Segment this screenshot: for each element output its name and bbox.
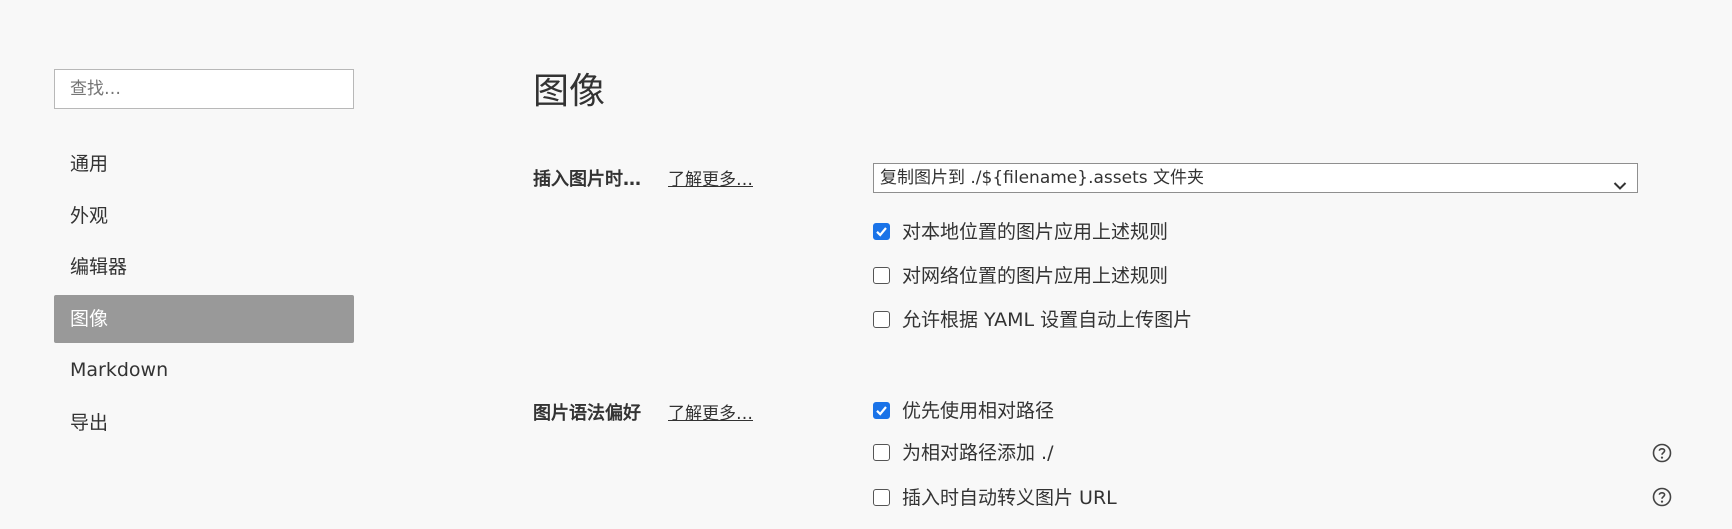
sidebar-item-appearance[interactable]: 外观 xyxy=(54,192,354,240)
checkbox-yaml-auto-upload[interactable] xyxy=(873,311,890,328)
chevron-down-icon xyxy=(1613,172,1627,200)
option-label: 为相对路径添加 ./ xyxy=(902,442,1054,464)
insert-image-action-select[interactable]: 复制图片到 ./${filename}.assets 文件夹 xyxy=(873,163,1638,193)
option-label: 对网络位置的图片应用上述规则 xyxy=(902,265,1169,287)
checkbox-prefer-relative-path[interactable] xyxy=(873,402,890,419)
checkbox-apply-local-images[interactable] xyxy=(873,223,890,240)
checkmark-icon xyxy=(876,227,887,237)
option-label: 允许根据 YAML 设置自动上传图片 xyxy=(902,309,1193,331)
page-title: 图像 xyxy=(533,71,606,112)
sidebar-item-general[interactable]: 通用 xyxy=(54,140,354,188)
insert-image-action-value: 复制图片到 ./${filename}.assets 文件夹 xyxy=(880,168,1205,188)
sidebar: 通用 外观 编辑器 图像 Markdown 导出 xyxy=(0,0,420,529)
help-circle-icon[interactable] xyxy=(1652,487,1672,507)
sidebar-item-image[interactable]: 图像 xyxy=(54,295,354,343)
checkbox-apply-network-images[interactable] xyxy=(873,267,890,284)
option-label: 对本地位置的图片应用上述规则 xyxy=(902,221,1169,243)
insert-image-section-label: 插入图片时… xyxy=(533,169,641,190)
search-input[interactable] xyxy=(54,69,354,109)
settings-panel: 图像 插入图片时… 了解更多… 复制图片到 ./${filename}.asse… xyxy=(533,0,1732,529)
image-syntax-section-label: 图片语法偏好 xyxy=(533,403,641,424)
option-label: 插入时自动转义图片 URL xyxy=(902,487,1117,509)
image-syntax-learn-more-link[interactable]: 了解更多… xyxy=(668,399,753,424)
insert-image-learn-more-link[interactable]: 了解更多… xyxy=(668,165,753,190)
sidebar-item-editor[interactable]: 编辑器 xyxy=(54,243,354,291)
option-label: 优先使用相对路径 xyxy=(902,400,1055,422)
sidebar-item-export[interactable]: 导出 xyxy=(54,399,354,447)
checkmark-icon xyxy=(876,406,887,416)
help-circle-icon[interactable] xyxy=(1652,443,1672,463)
checkbox-escape-image-url[interactable] xyxy=(873,489,890,506)
sidebar-item-markdown[interactable]: Markdown xyxy=(54,346,354,394)
checkbox-add-dot-slash[interactable] xyxy=(873,444,890,461)
